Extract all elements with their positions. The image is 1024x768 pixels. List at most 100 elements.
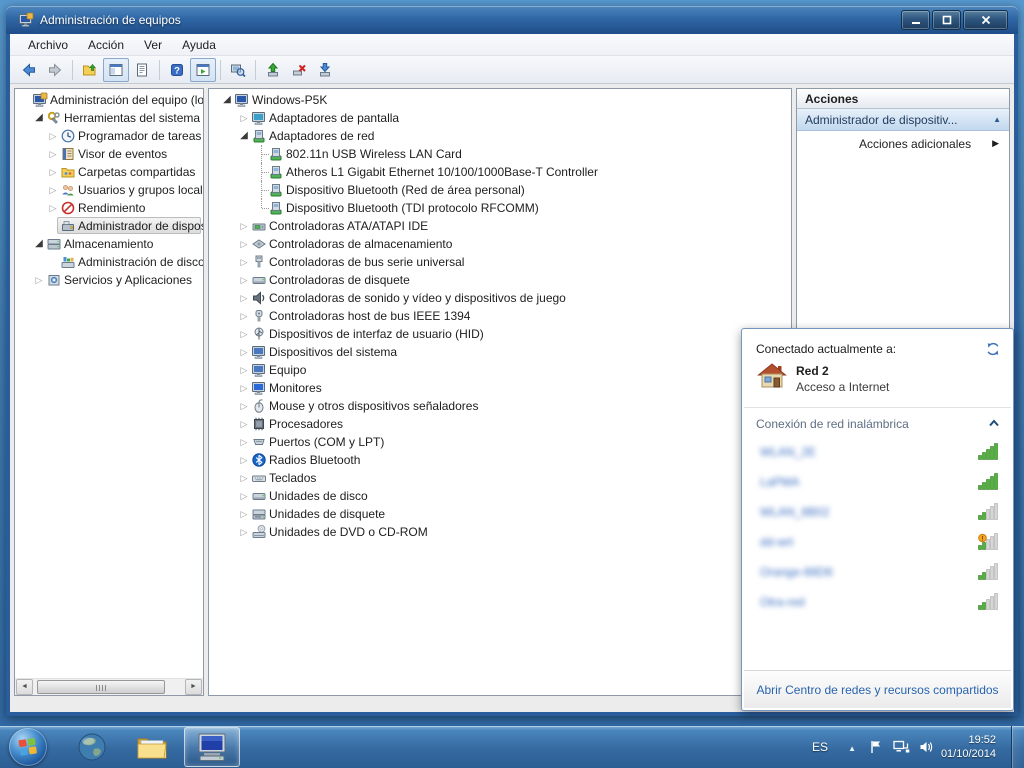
maximize-button[interactable]: [932, 10, 961, 30]
device-tree-item-floppy-drive[interactable]: ▷Unidades de disquete: [209, 505, 791, 523]
sidebar-item-shared-folders[interactable]: ▷Carpetas compartidas: [15, 163, 203, 181]
sidebar-item-services[interactable]: ▷Servicios y Aplicaciones: [15, 271, 203, 289]
device-tree-item-ide-controller[interactable]: ▷Controladoras ATA/ATAPI IDE: [209, 217, 791, 235]
toolbar-find-button[interactable]: [225, 58, 251, 82]
close-button[interactable]: [963, 10, 1008, 30]
device-tree-item-mouse-device[interactable]: ▷Mouse y otros dispositivos señaladores: [209, 397, 791, 415]
collapsed-arrow-icon[interactable]: ▷: [238, 472, 250, 484]
language-indicator[interactable]: ES: [812, 740, 828, 754]
collapsed-arrow-icon[interactable]: ▷: [238, 310, 250, 322]
collapsed-arrow-icon[interactable]: ▷: [238, 238, 250, 250]
toolbar-up-level-button[interactable]: [77, 58, 103, 82]
scrollbar-thumb[interactable]: [37, 680, 165, 694]
collapsed-arrow-icon[interactable]: ▷: [238, 274, 250, 286]
collapsed-arrow-icon[interactable]: ▷: [238, 292, 250, 304]
clock[interactable]: 19:52 01/10/2014: [922, 733, 996, 761]
collapsed-arrow-icon[interactable]: ▷: [238, 418, 250, 430]
expanded-arrow-icon[interactable]: ◢: [238, 130, 250, 142]
scroll-left-arrow[interactable]: ◄: [16, 679, 33, 695]
taskbar-computer-management-button[interactable]: [184, 727, 240, 767]
collapsed-arrow-icon[interactable]: ▷: [238, 112, 250, 124]
device-tree-item-ieee1394-controller[interactable]: ▷Controladoras host de bus IEEE 1394: [209, 307, 791, 325]
horizontal-scrollbar[interactable]: ◄ ►: [15, 678, 203, 695]
device-tree-item-storage-controller[interactable]: ▷Controladoras de almacenamiento: [209, 235, 791, 253]
action-center-icon[interactable]: [868, 739, 884, 755]
toolbar-properties-button[interactable]: [129, 58, 155, 82]
sidebar-item-scheduler[interactable]: ▷Programador de tareas: [15, 127, 203, 145]
wifi-network-item[interactable]: Orange-88D6: [744, 557, 1011, 587]
sidebar-item-device-manager[interactable]: Administrador de dispositivos: [15, 217, 203, 235]
wifi-network-item[interactable]: WLAN_8B02: [744, 497, 1011, 527]
toolbar-update-driver-button[interactable]: [260, 58, 286, 82]
collapse-arrow-icon[interactable]: ▲: [993, 115, 1001, 124]
sidebar-item-tools[interactable]: ◢Herramientas del sistema: [15, 109, 203, 127]
collapsed-arrow-icon[interactable]: ▷: [238, 436, 250, 448]
more-actions-item[interactable]: Acciones adicionales ▶: [797, 131, 1009, 157]
device-tree-item-bluetooth[interactable]: ▷Radios Bluetooth: [209, 451, 791, 469]
minimize-button[interactable]: [901, 10, 930, 30]
collapsed-arrow-icon[interactable]: ▷: [238, 526, 250, 538]
device-tree-item-cpu[interactable]: ▷Procesadores: [209, 415, 791, 433]
sidebar-item-users[interactable]: ▷Usuarios y grupos locales: [15, 181, 203, 199]
collapsed-arrow-icon[interactable]: ▷: [238, 346, 250, 358]
collapsed-arrow-icon[interactable]: ▷: [47, 148, 59, 160]
collapsed-arrow-icon[interactable]: ▷: [238, 454, 250, 466]
show-desktop-button[interactable]: [1011, 726, 1024, 768]
taskbar-file-explorer-button[interactable]: [124, 727, 180, 767]
menu-ver[interactable]: Ver: [134, 35, 172, 55]
collapsed-arrow-icon[interactable]: ▷: [238, 220, 250, 232]
device-tree-item-audio-controller[interactable]: ▷Controladoras de sonido y vídeo y dispo…: [209, 289, 791, 307]
collapsed-arrow-icon[interactable]: ▷: [47, 202, 59, 214]
toolbar-uninstall-device-button[interactable]: [286, 58, 312, 82]
collapsed-arrow-icon[interactable]: ▷: [238, 508, 250, 520]
scroll-right-arrow[interactable]: ►: [185, 679, 202, 695]
device-tree-item-system-device[interactable]: ▷Equipo: [209, 361, 791, 379]
wifi-network-item[interactable]: WLAN_2E: [744, 437, 1011, 467]
refresh-icon[interactable]: [985, 341, 1001, 357]
sidebar-item-computer-mgmt[interactable]: Administración del equipo (local): [15, 91, 203, 109]
menu-archivo[interactable]: Archivo: [18, 35, 78, 55]
device-tree-item-network-adapter[interactable]: 802.11n USB Wireless LAN Card: [209, 145, 791, 163]
start-button[interactable]: [9, 728, 47, 766]
wifi-network-item[interactable]: dd-wrt!: [744, 527, 1011, 557]
collapsed-arrow-icon[interactable]: ▷: [238, 256, 250, 268]
device-tree-item-system-device[interactable]: ▷Dispositivos del sistema: [209, 343, 791, 361]
toolbar-help-button[interactable]: ?: [164, 58, 190, 82]
collapsed-arrow-icon[interactable]: ▷: [47, 130, 59, 142]
expanded-arrow-icon[interactable]: ◢: [221, 94, 233, 106]
network-tray-icon[interactable]: [892, 739, 910, 755]
toolbar-back-button[interactable]: [16, 58, 42, 82]
menu-ayuda[interactable]: Ayuda: [172, 35, 226, 55]
wifi-network-item[interactable]: LaPMA: [744, 467, 1011, 497]
device-tree-item-floppy-controller[interactable]: ▷Controladoras de disquete: [209, 271, 791, 289]
menu-accion[interactable]: Acción: [78, 35, 134, 55]
show-hidden-icons-button[interactable]: ▲: [848, 744, 856, 753]
device-tree-item-dvd-drive[interactable]: ▷Unidades de DVD o CD-ROM: [209, 523, 791, 541]
expanded-arrow-icon[interactable]: ◢: [33, 112, 45, 124]
toolbar-show-action-pane-button[interactable]: [190, 58, 216, 82]
sidebar-item-performance[interactable]: ▷Rendimiento: [15, 199, 203, 217]
collapsed-arrow-icon[interactable]: ▷: [238, 364, 250, 376]
collapsed-arrow-icon[interactable]: ▷: [47, 184, 59, 196]
collapsed-arrow-icon[interactable]: ▷: [33, 274, 45, 286]
device-tree-item-display-adapter[interactable]: ▷Adaptadores de pantalla: [209, 109, 791, 127]
collapsed-arrow-icon[interactable]: ▷: [238, 400, 250, 412]
chevron-up-icon[interactable]: [987, 417, 1001, 429]
device-tree-item-network-adapter[interactable]: Dispositivo Bluetooth (TDI protocolo RFC…: [209, 199, 791, 217]
device-tree-item-computer[interactable]: ◢Windows-P5K: [209, 91, 791, 109]
device-tree-item-network-adapter[interactable]: ◢Adaptadores de red: [209, 127, 791, 145]
taskbar-browser-button[interactable]: [64, 727, 120, 767]
expanded-arrow-icon[interactable]: ◢: [33, 238, 45, 250]
toolbar-scan-hardware-button[interactable]: [312, 58, 338, 82]
actions-group-device-manager[interactable]: Administrador de dispositiv... ▲: [797, 109, 1009, 131]
toolbar-forward-button[interactable]: [42, 58, 68, 82]
device-tree-item-usb-controller[interactable]: ▷Controladoras de bus serie universal: [209, 253, 791, 271]
device-tree-item-disk-drive[interactable]: ▷Unidades de disco: [209, 487, 791, 505]
collapsed-arrow-icon[interactable]: ▷: [47, 166, 59, 178]
open-network-center-link[interactable]: Abrir Centro de redes y recursos compart…: [756, 683, 998, 697]
sidebar-item-storage[interactable]: ◢Almacenamiento: [15, 235, 203, 253]
device-tree-item-keyboard[interactable]: ▷Teclados: [209, 469, 791, 487]
toolbar-show-console-tree-button[interactable]: [103, 58, 129, 82]
device-tree-item-network-adapter[interactable]: Atheros L1 Gigabit Ethernet 10/100/1000B…: [209, 163, 791, 181]
device-tree-item-ports[interactable]: ▷Puertos (COM y LPT): [209, 433, 791, 451]
